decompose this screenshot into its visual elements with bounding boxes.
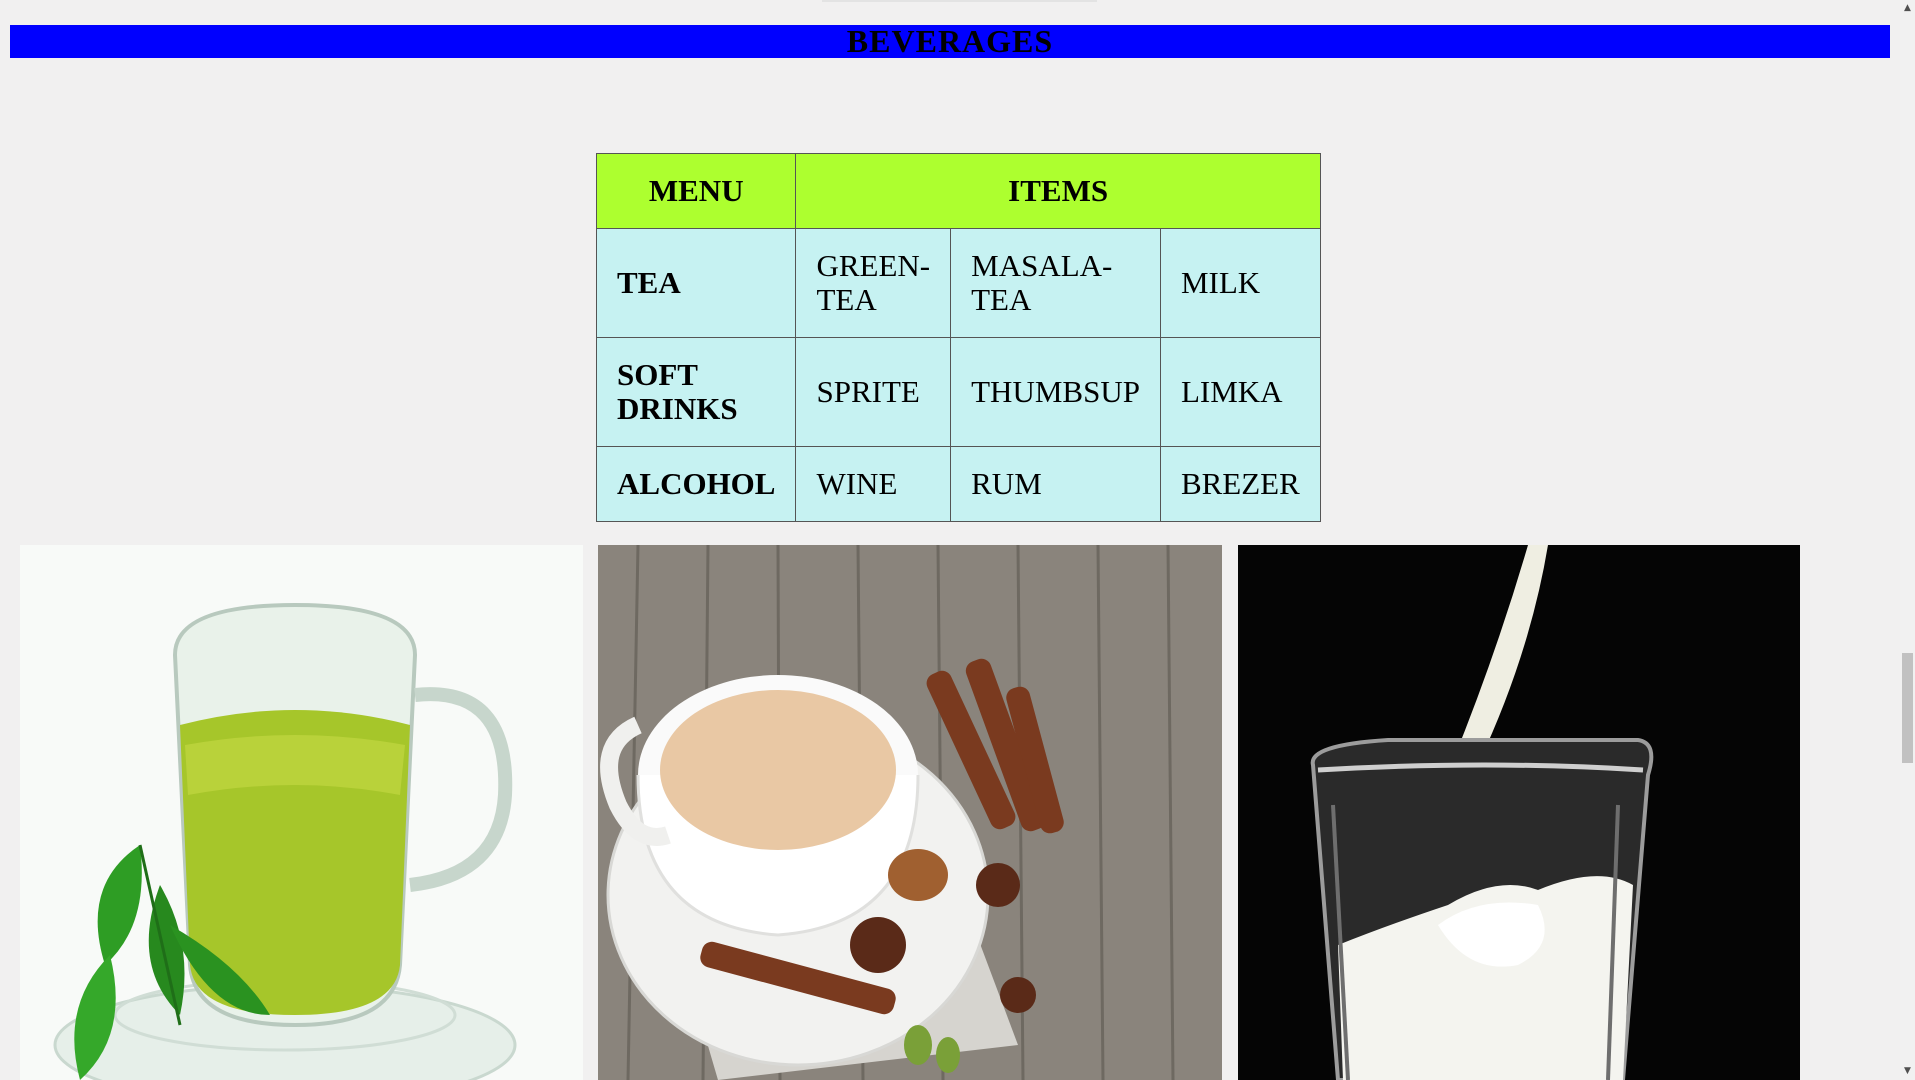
scrollbar-thumb[interactable] [1902,653,1913,763]
page-title: BEVERAGES [846,23,1054,59]
items-header: ITEMS [795,153,1321,229]
page: BEVERAGES MENU ITEMS TEA GREEN-TEA MASAL… [0,0,1915,1080]
green-tea-image [20,545,583,1080]
beverage-menu-table: MENU ITEMS TEA GREEN-TEA MASALA-TEA MILK… [595,153,1321,522]
item-cell: WINE [795,446,952,522]
masala-tea-image [598,545,1222,1080]
vertical-scrollbar[interactable]: ▲ ▼ [1900,0,1915,1080]
category-cell: ALCOHOL [595,446,797,522]
item-cell: LIMKA [1159,337,1321,447]
item-cell: THUMBSUP [950,337,1161,447]
item-cell: RUM [950,446,1161,522]
top-edge-shadow [822,0,1097,2]
table-row: TEA GREEN-TEA MASALA-TEA MILK [595,228,1321,338]
milk-image [1238,545,1800,1080]
item-cell: GREEN-TEA [795,228,952,338]
item-cell: BREZER [1159,446,1321,522]
table-header-row: MENU ITEMS [595,153,1321,229]
table-row: ALCOHOL WINE RUM BREZER [595,446,1321,522]
arrow-down-icon[interactable]: ▼ [1900,1063,1915,1080]
arrow-up-icon[interactable]: ▲ [1900,0,1915,17]
item-cell: MASALA-TEA [950,228,1161,338]
category-cell: TEA [595,228,797,338]
table-row: SOFT DRINKS SPRITE THUMBSUP LIMKA [595,337,1321,447]
item-cell: MILK [1159,228,1321,338]
beverages-banner: BEVERAGES [10,25,1890,58]
category-cell: SOFT DRINKS [595,337,797,447]
menu-header: MENU [595,153,797,229]
item-cell: SPRITE [795,337,952,447]
